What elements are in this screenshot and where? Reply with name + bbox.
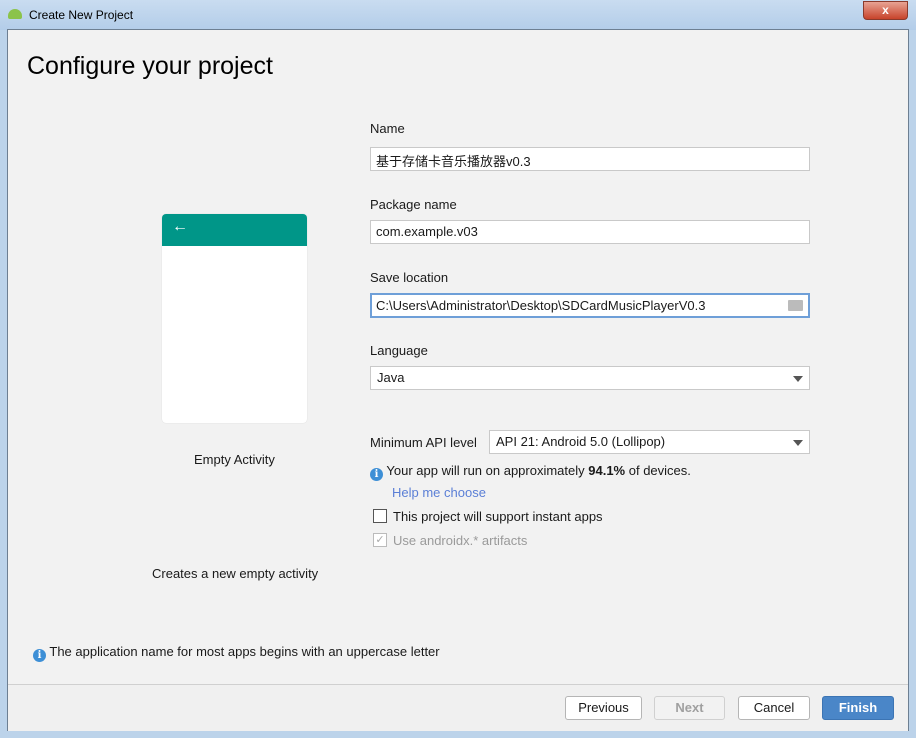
androidx-checkbox[interactable]: ✓ bbox=[373, 533, 387, 547]
android-icon bbox=[8, 9, 22, 19]
api-label: Minimum API level bbox=[370, 435, 477, 450]
info-icon: i bbox=[33, 649, 46, 662]
coverage-value: 94.1% bbox=[588, 463, 626, 478]
cancel-button[interactable]: Cancel bbox=[738, 696, 810, 720]
template-name: Empty Activity bbox=[194, 452, 275, 467]
template-preview[interactable]: ← bbox=[162, 214, 307, 423]
instant-apps-label[interactable]: This project will support instant apps bbox=[393, 509, 603, 524]
hint: i The application name for most apps beg… bbox=[33, 644, 440, 662]
title-bar: Create New Project x bbox=[0, 0, 916, 30]
language-select[interactable]: Java bbox=[370, 366, 810, 390]
instant-apps-checkbox[interactable] bbox=[373, 509, 387, 523]
coverage-text-end: of devices. bbox=[625, 463, 691, 478]
language-value: Java bbox=[377, 370, 405, 385]
folder-icon[interactable] bbox=[788, 300, 803, 311]
hint-text: The application name for most apps begin… bbox=[49, 644, 440, 659]
arrow-left-icon: ← bbox=[172, 218, 188, 235]
previous-button[interactable]: Previous bbox=[565, 696, 642, 720]
coverage-info: i Your app will run on approximately 94.… bbox=[370, 463, 691, 481]
package-input[interactable]: com.example.v03 bbox=[370, 220, 810, 244]
name-label: Name bbox=[370, 121, 405, 136]
chevron-down-icon bbox=[793, 376, 803, 382]
chevron-down-icon bbox=[793, 440, 803, 446]
api-value: API 21: Android 5.0 (Lollipop) bbox=[496, 434, 666, 449]
location-field[interactable]: C:\Users\Administrator\Desktop\SDCardMus… bbox=[370, 293, 810, 318]
api-select[interactable]: API 21: Android 5.0 (Lollipop) bbox=[489, 430, 810, 454]
page-title: Configure your project bbox=[27, 52, 273, 80]
location-input[interactable]: C:\Users\Administrator\Desktop\SDCardMus… bbox=[376, 298, 705, 313]
name-input[interactable]: 基于存储卡音乐播放器v0.3 bbox=[370, 147, 810, 171]
androidx-label: Use androidx.* artifacts bbox=[393, 533, 528, 548]
coverage-text: Your app will run on approximately bbox=[386, 463, 589, 478]
location-label: Save location bbox=[370, 270, 449, 285]
help-me-choose-link[interactable]: Help me choose bbox=[392, 485, 486, 500]
info-icon: i bbox=[370, 468, 383, 481]
window-title: Create New Project bbox=[29, 8, 134, 22]
template-description: Creates a new empty activity bbox=[152, 566, 319, 581]
next-button[interactable]: Next bbox=[654, 696, 725, 720]
dialog: Configure your project ← Empty Activity … bbox=[7, 29, 909, 731]
language-label: Language bbox=[370, 343, 428, 358]
close-button[interactable]: x bbox=[863, 1, 908, 20]
footer: Previous Next Cancel Finish bbox=[8, 684, 908, 731]
finish-button[interactable]: Finish bbox=[822, 696, 894, 720]
package-label: Package name bbox=[370, 197, 457, 212]
